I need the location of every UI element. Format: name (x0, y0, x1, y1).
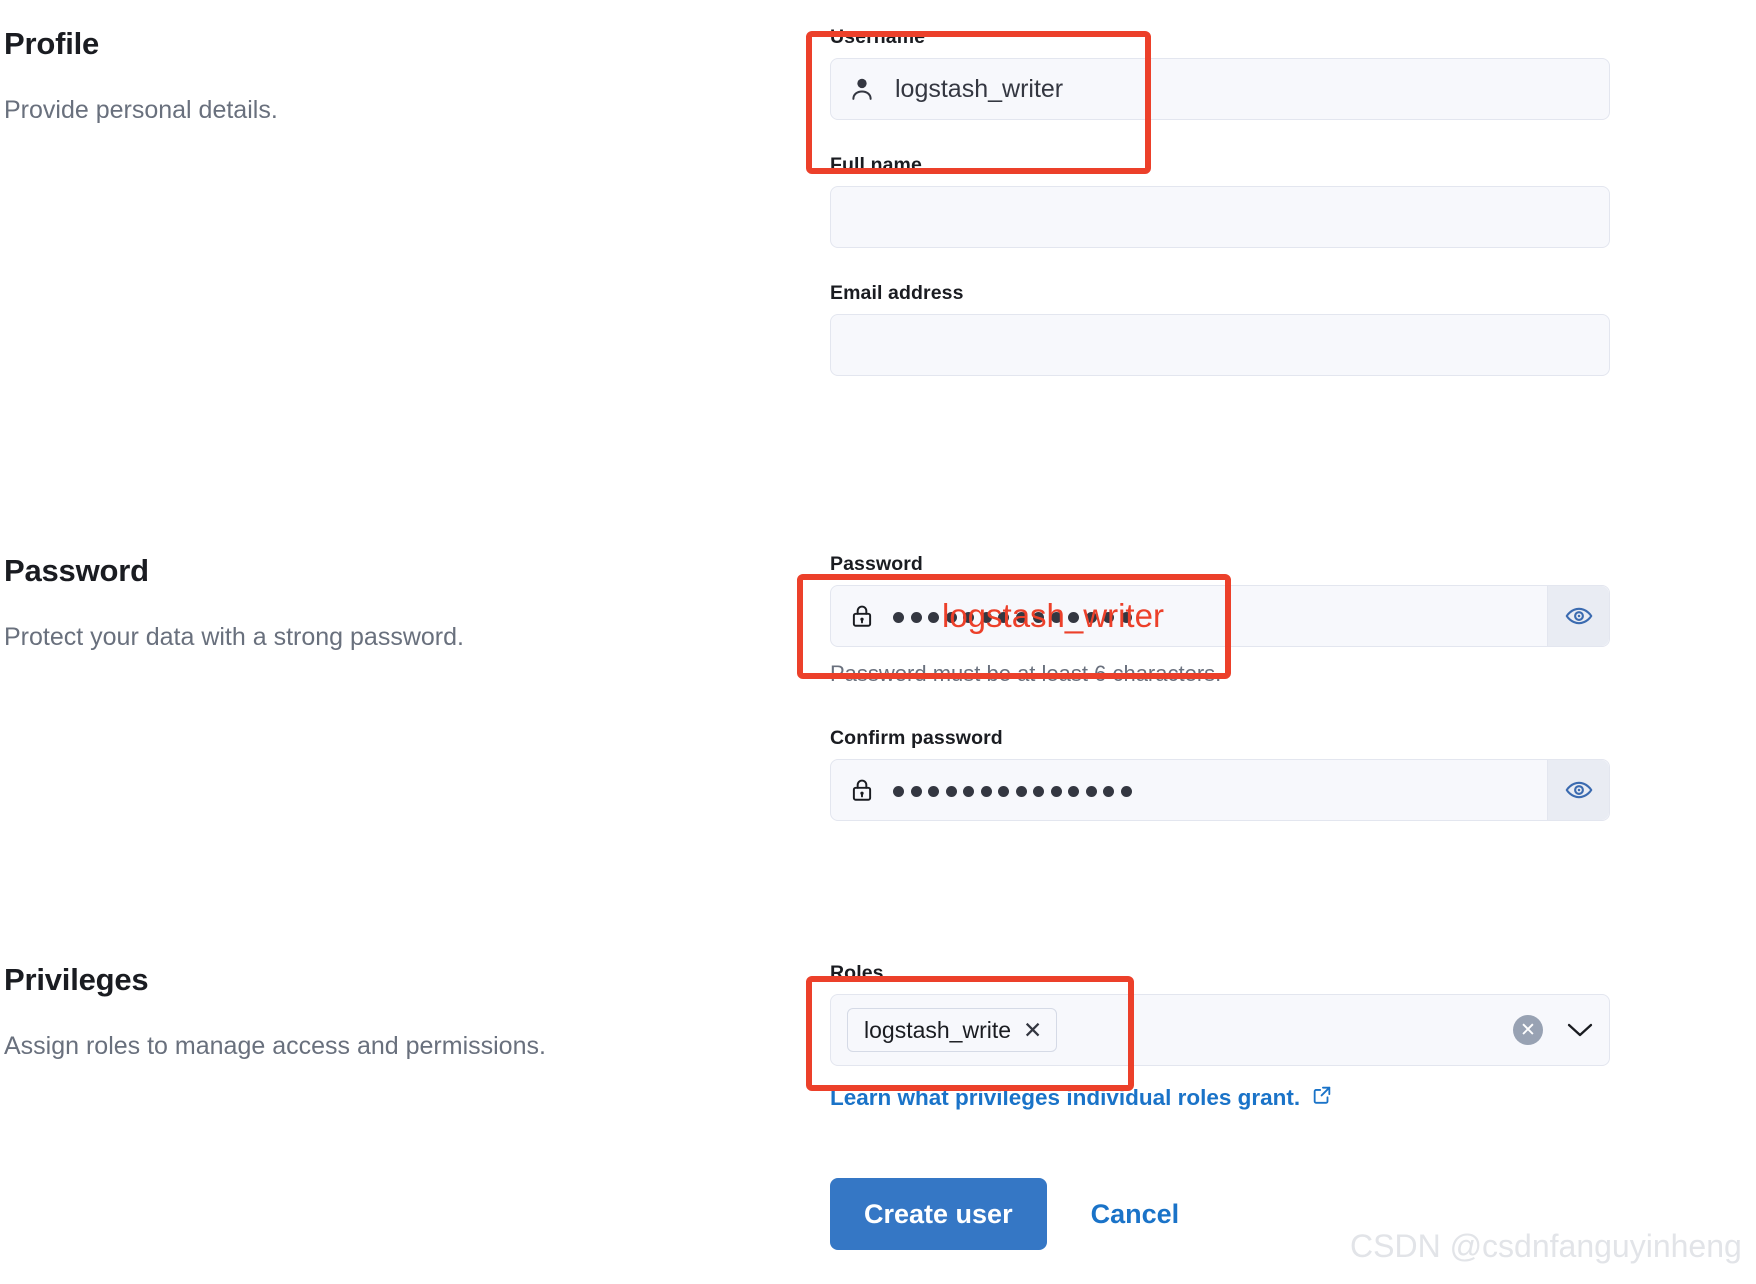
username-field-group: Username logstash_writer (830, 26, 1620, 120)
password-mask-dot (980, 785, 992, 797)
password-mask-dot (1033, 611, 1044, 623)
watermark: CSDN @csdnfanguyinheng (1350, 1228, 1742, 1264)
password-mask-dot (1033, 785, 1044, 797)
confirm-password-dots (893, 784, 1132, 797)
email-field[interactable] (830, 314, 1610, 376)
password-mask-dot (1015, 785, 1027, 797)
password-mask-dot (893, 785, 904, 797)
password-mask-dot (945, 785, 957, 797)
user-icon (831, 59, 893, 119)
profile-section: Profile Provide personal details. Userna… (0, 26, 1756, 410)
privileges-section: Privileges Assign roles to manage access… (0, 962, 1756, 1111)
confirm-password-masked-value (893, 760, 1547, 820)
chevron-down-icon[interactable] (1565, 1021, 1595, 1039)
email-field-group: Email address (830, 282, 1620, 376)
clear-circle-icon[interactable]: ✕ (1513, 1015, 1543, 1045)
profile-fields: Username logstash_writer Full name Email… (830, 26, 1620, 410)
password-mask-dot (1120, 785, 1132, 797)
password-mask-dot (963, 611, 974, 623)
password-help-text: Password must be at least 6 characters. (830, 661, 1222, 686)
create-user-form-page: Profile Provide personal details. Userna… (0, 0, 1756, 1284)
password-section-description: Protect your data with a strong password… (4, 622, 464, 651)
roles-help-link[interactable]: Learn what privileges individual roles g… (830, 1085, 1300, 1111)
password-mask-dot (893, 611, 904, 623)
password-input[interactable] (830, 585, 1610, 647)
password-mask-dot (1068, 785, 1079, 797)
lock-icon (831, 586, 893, 646)
password-mask-dot (1103, 611, 1114, 623)
password-mask-dot (1015, 611, 1027, 623)
privileges-section-info: Privileges Assign roles to manage access… (0, 962, 830, 1111)
confirm-password-label: Confirm password (830, 727, 1003, 749)
role-pill-label: logstash_write (864, 1016, 1012, 1043)
password-section: Password Protect your data with a strong… (0, 553, 1756, 855)
confirm-password-input[interactable] (830, 759, 1610, 821)
email-value (831, 315, 1609, 375)
close-icon[interactable]: ✕ (1023, 1018, 1042, 1042)
lock-icon (831, 760, 893, 820)
password-mask-dot (1068, 611, 1079, 623)
profile-section-info: Profile Provide personal details. (0, 26, 830, 410)
password-dots (893, 610, 1132, 623)
privileges-section-description: Assign roles to manage access and permis… (4, 1031, 546, 1060)
password-section-title: Password (4, 553, 149, 588)
password-field-group: Password Password must be at least 6 cha… (830, 553, 1620, 687)
form-actions: Create user Cancel (830, 1178, 1179, 1250)
role-pill[interactable]: logstash_write ✕ (847, 1008, 1058, 1052)
password-mask-dot (1085, 611, 1097, 623)
password-mask-dot (963, 785, 974, 797)
password-mask-dot (998, 785, 1009, 797)
roles-label: Roles (830, 962, 884, 984)
roles-field-group: Roles logstash_write ✕ ✕ Learn what priv… (830, 962, 1620, 1111)
password-mask-dot (945, 611, 957, 623)
create-user-button[interactable]: Create user (830, 1178, 1047, 1250)
privileges-section-title: Privileges (4, 962, 149, 997)
full-name-field-group: Full name (830, 154, 1620, 248)
roles-combobox[interactable]: logstash_write ✕ ✕ (830, 994, 1610, 1066)
password-mask-dot (980, 611, 992, 623)
toggle-password-visibility-button[interactable] (1547, 586, 1609, 646)
cancel-button[interactable]: Cancel (1091, 1199, 1180, 1230)
roles-help-link-row: Learn what privileges individual roles g… (830, 1084, 1620, 1111)
eye-icon (1565, 781, 1592, 799)
eye-icon (1565, 607, 1592, 625)
profile-section-description: Provide personal details. (4, 95, 278, 124)
password-mask-dot (1120, 611, 1132, 623)
full-name-value (831, 187, 1609, 247)
password-mask-dot (910, 611, 922, 623)
password-mask-dot (928, 611, 939, 623)
username-input[interactable]: logstash_writer (830, 58, 1610, 120)
password-fields: Password Password must be at least 6 cha… (830, 553, 1620, 855)
username-label: Username (830, 26, 926, 48)
email-label: Email address (830, 282, 964, 304)
privileges-fields: Roles logstash_write ✕ ✕ Learn what priv… (830, 962, 1620, 1111)
password-mask-dot (910, 785, 922, 797)
external-link-icon[interactable] (1311, 1084, 1333, 1111)
toggle-confirm-password-visibility-button[interactable] (1547, 760, 1609, 820)
profile-section-title: Profile (4, 26, 100, 61)
confirm-password-field-group: Confirm password (830, 727, 1620, 821)
password-mask-dot (1050, 785, 1062, 797)
password-mask-dot (928, 785, 939, 797)
full-name-label: Full name (830, 154, 922, 176)
password-mask-dot (998, 611, 1009, 623)
full-name-input[interactable] (830, 186, 1610, 248)
password-mask-dot (1103, 785, 1114, 797)
password-section-info: Password Protect your data with a strong… (0, 553, 830, 855)
password-masked-value (893, 586, 1547, 646)
password-mask-dot (1085, 785, 1097, 797)
username-value: logstash_writer (895, 74, 1064, 103)
password-label: Password (830, 553, 923, 575)
password-mask-dot (1050, 611, 1062, 623)
